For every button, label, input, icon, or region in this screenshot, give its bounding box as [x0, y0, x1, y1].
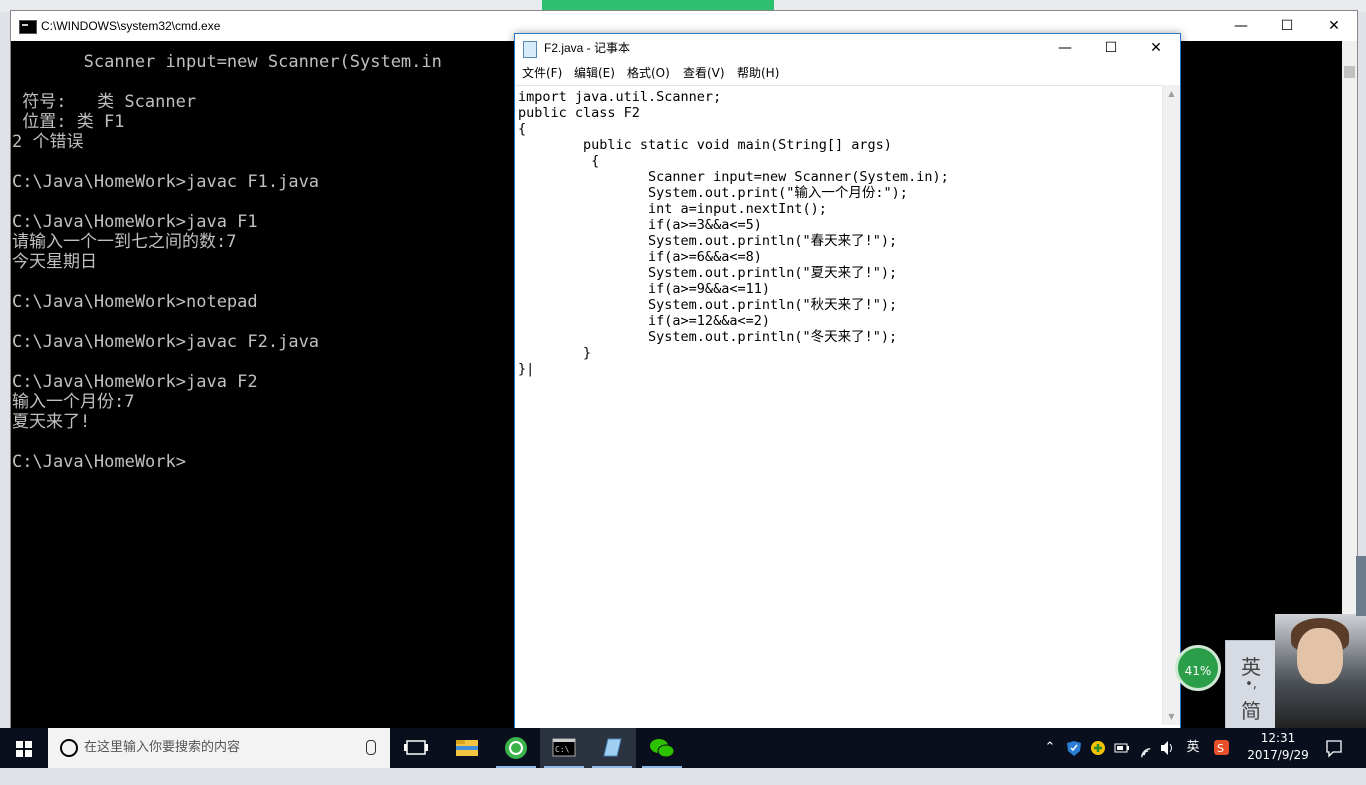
cmd-minimize-button[interactable]: — [1218, 11, 1264, 41]
search-placeholder: 在这里输入你要搜索的内容 [84, 740, 241, 755]
cmd-output-line: Scanner input=new Scanner(System.in [12, 52, 442, 72]
edge-side-widget[interactable] [1356, 556, 1366, 616]
browser-360-button[interactable] [492, 728, 540, 768]
cmd-output-line: 位置: 类 F1 [12, 112, 125, 132]
cmd-output-line: C:\Java\HomeWork> [12, 452, 186, 472]
task-view-button[interactable] [392, 728, 440, 768]
browser-360-icon [505, 737, 527, 759]
clock-time: 12:31 [1260, 731, 1296, 745]
code-line: System.out.println("秋天来了!"); [518, 297, 898, 313]
code-line: public static void main(String[] args) [518, 137, 892, 153]
cmd-output-line: C:\Java\HomeWork>java F1 [12, 212, 258, 232]
code-line: import java.util.Scanner; [518, 89, 722, 105]
file-explorer-button[interactable] [443, 728, 491, 768]
wifi-icon[interactable] [1136, 728, 1156, 768]
notepad-menu-bar: 文件(F) 编辑(E) 格式(O) 查看(V) 帮助(H) [515, 63, 1180, 84]
accelerator-plus-icon[interactable] [1088, 728, 1108, 768]
volume-icon[interactable] [1158, 728, 1178, 768]
cmd-icon: C:\ [552, 738, 576, 757]
code-line: System.out.println("夏天来了!"); [518, 265, 898, 281]
scroll-down-arrow-icon[interactable]: ▼ [1163, 708, 1180, 725]
battery-icon[interactable] [1112, 728, 1132, 768]
code-line: Scanner input=new Scanner(System.in); [518, 169, 949, 185]
notepad-title-bar[interactable]: F2.java - 记事本 — ☐ ✕ [515, 34, 1180, 63]
microphone-icon[interactable] [366, 740, 376, 755]
code-line: System.out.println("冬天来了!"); [518, 329, 898, 345]
code-line: int a=input.nextInt(); [518, 201, 827, 217]
menu-edit[interactable]: 编辑(E) [574, 63, 615, 84]
file-explorer-icon [456, 740, 478, 756]
ime-punctuation-label[interactable]: •, [1226, 677, 1276, 692]
notepad-maximize-button[interactable]: ☐ [1088, 34, 1134, 63]
code-line: if(a>=12&&a<=2) [518, 313, 770, 329]
notepad-window[interactable]: F2.java - 记事本 — ☐ ✕ 文件(F) 编辑(E) 格式(O) 查看… [514, 33, 1181, 729]
start-button[interactable] [0, 728, 48, 768]
notepad-title: F2.java - 记事本 [544, 41, 631, 55]
scroll-up-arrow-icon[interactable]: ▲ [1163, 85, 1180, 102]
cmd-output-line: 今天星期日 [12, 252, 97, 272]
ime-simplified-label[interactable]: 简 [1226, 695, 1276, 724]
cmd-title: C:\WINDOWS\system32\cmd.exe [41, 19, 221, 33]
svg-text:S: S [1217, 742, 1224, 755]
ime-toolbar[interactable]: 英 •, 简 [1225, 640, 1277, 732]
taskbar-search-box[interactable]: 在这里输入你要搜索的内容 [48, 728, 390, 768]
code-line: { [518, 121, 527, 137]
clock-date: 2017/9/29 [1247, 748, 1309, 762]
cmd-scroll-thumb[interactable] [1344, 66, 1355, 78]
security-shield-icon[interactable] [1064, 728, 1084, 768]
cmd-output-line: C:\Java\HomeWork>java F2 [12, 372, 258, 392]
task-view-icon [404, 740, 428, 755]
code-line: if(a>=6&&a<=8) [518, 249, 762, 265]
code-line: { [518, 153, 600, 169]
cortana-icon [60, 739, 78, 757]
action-center-button[interactable] [1320, 728, 1348, 768]
code-line: public class F2 [518, 105, 640, 121]
cmd-output-line: 符号: 类 Scanner [12, 92, 197, 112]
taskbar: 在这里输入你要搜索的内容 C:\ ⌃ 英 S 12:31 2017/9/29 [0, 728, 1366, 768]
code-line: System.out.print("输入一个月份:"); [518, 185, 908, 201]
notification-icon [1326, 740, 1342, 758]
cmd-maximize-button[interactable]: ☐ [1264, 11, 1310, 41]
cmd-output-line: 夏天来了! [12, 412, 91, 432]
ime-lang-label[interactable]: 英 [1226, 651, 1276, 680]
code-line: System.out.println("春天来了!"); [518, 233, 898, 249]
code-line: if(a>=3&&a<=5) [518, 217, 762, 233]
avatar-face [1297, 628, 1343, 684]
code-line: if(a>=9&&a<=11) [518, 281, 770, 297]
notepad-taskbar-button[interactable] [588, 728, 636, 768]
wechat-taskbar-button[interactable] [638, 728, 686, 768]
cmd-output-line: C:\Java\HomeWork>notepad [12, 292, 258, 312]
menu-help[interactable]: 帮助(H) [737, 63, 779, 84]
code-line: } [518, 345, 592, 361]
cmd-output-line: C:\Java\HomeWork>javac F2.java [12, 332, 320, 352]
svg-text:C:\: C:\ [555, 745, 570, 754]
tray-expand-chevron-icon[interactable]: ⌃ [1040, 728, 1060, 768]
memory-usage-badge[interactable]: 41% [1175, 645, 1221, 691]
cmd-output-line: 2 个错误 [12, 132, 84, 152]
notepad-text-area[interactable]: import java.util.Scanner; public class F2… [516, 85, 1162, 726]
menu-file[interactable]: 文件(F) [522, 63, 562, 84]
cmd-close-button[interactable]: ✕ [1311, 11, 1357, 41]
cmd-output-line: C:\Java\HomeWork>javac F1.java [12, 172, 320, 192]
cmd-taskbar-button[interactable]: C:\ [540, 728, 588, 768]
code-line: }| [518, 361, 535, 377]
ime-language-indicator[interactable]: 英 [1182, 728, 1204, 768]
notepad-icon [603, 738, 622, 757]
taskbar-clock[interactable]: 12:31 2017/9/29 [1238, 730, 1318, 764]
wechat-icon [650, 739, 675, 758]
notepad-app-icon [523, 41, 537, 58]
cmd-app-icon [19, 20, 37, 34]
notepad-close-button[interactable]: ✕ [1133, 34, 1179, 63]
menu-view[interactable]: 查看(V) [683, 63, 725, 84]
notepad-vertical-scrollbar[interactable]: ▲ ▼ [1162, 85, 1180, 725]
cmd-output-line: 请输入一个一到七之间的数:7 [12, 232, 237, 252]
notepad-minimize-button[interactable]: — [1042, 34, 1088, 63]
cmd-output-line: 输入一个月份:7 [12, 392, 135, 412]
desktop-pet-avatar[interactable] [1275, 614, 1366, 728]
sogou-input-icon[interactable]: S [1210, 728, 1232, 768]
windows-logo-icon [16, 741, 32, 757]
menu-format[interactable]: 格式(O) [627, 63, 670, 84]
